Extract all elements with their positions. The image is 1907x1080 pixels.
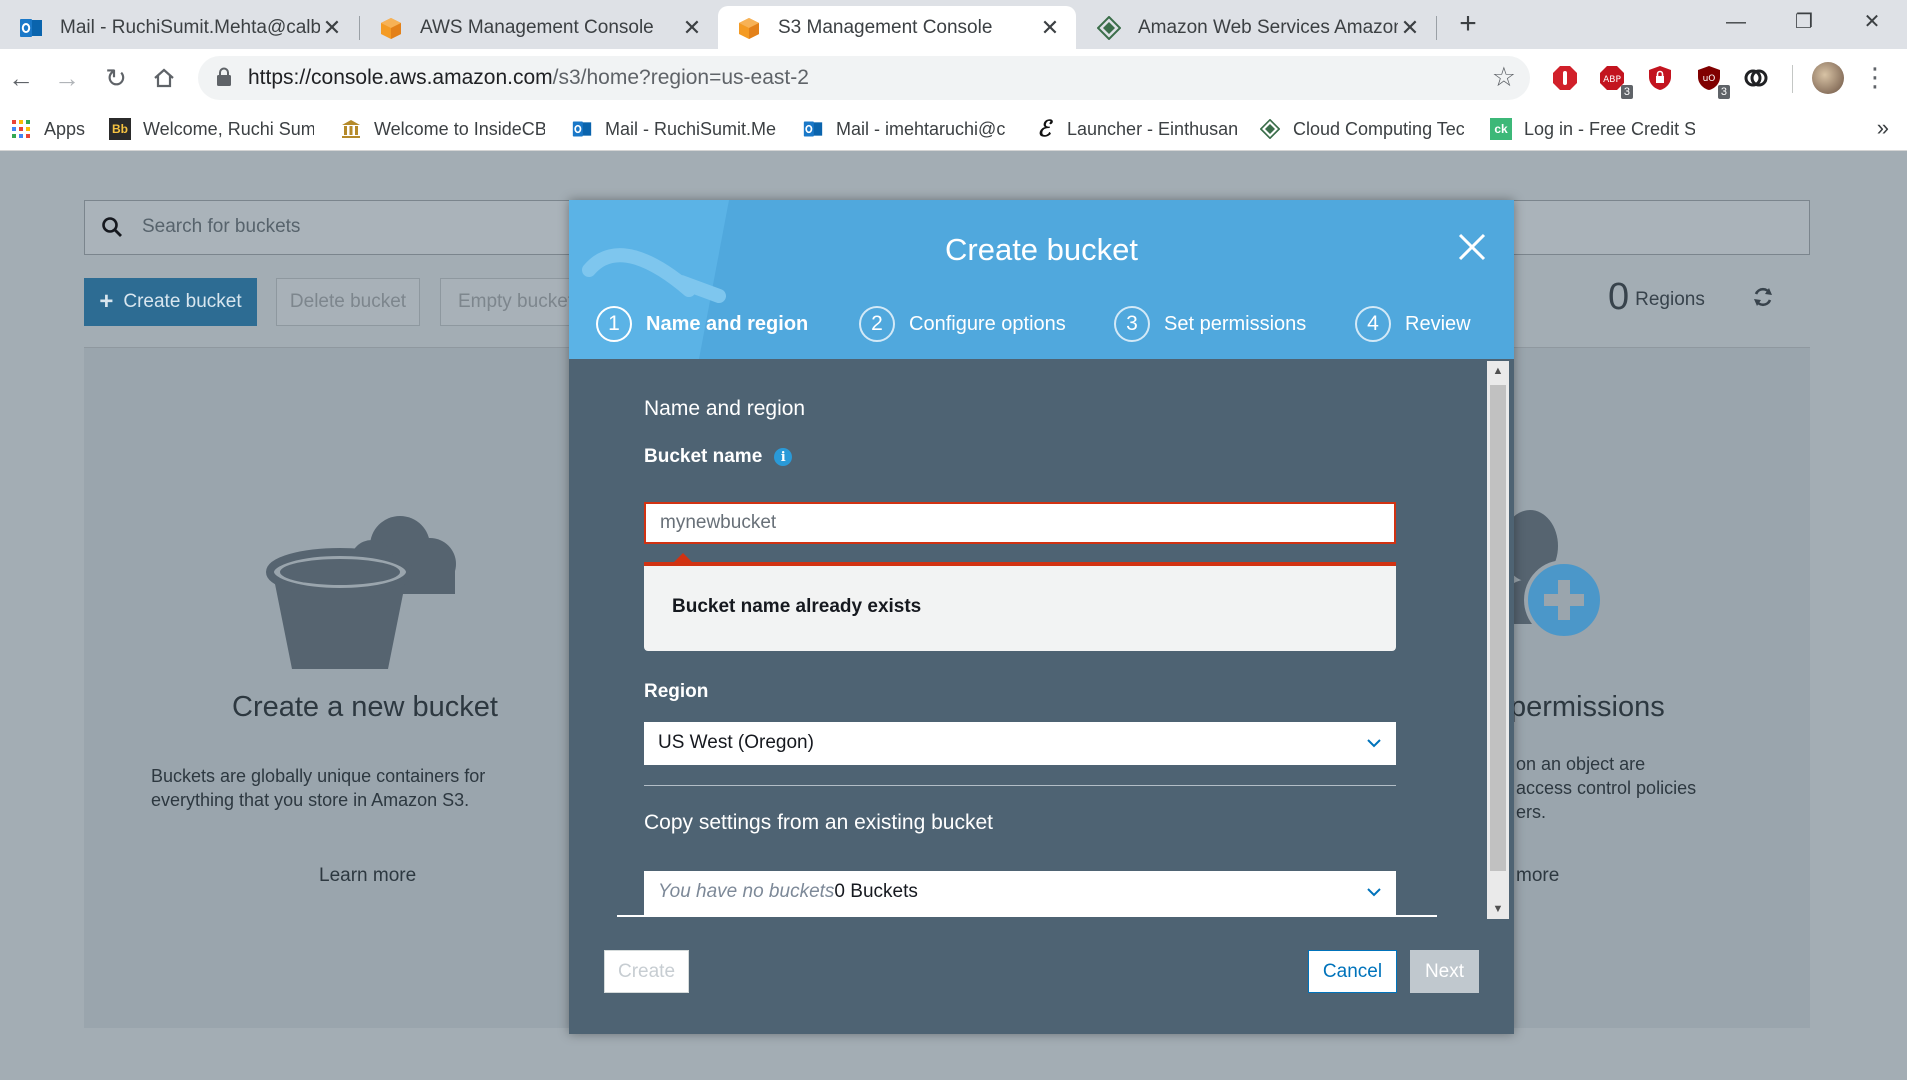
learn-more-link[interactable]: Learn more xyxy=(319,865,416,887)
create-button[interactable]: Create xyxy=(604,950,689,993)
toolbar-separator xyxy=(1792,65,1793,93)
dialog-scrollbar[interactable]: ▲ ▼ xyxy=(1487,361,1509,919)
close-tab-icon[interactable]: ✕ xyxy=(1398,15,1422,41)
step-configure-options[interactable]: 2 Configure options xyxy=(859,305,1066,343)
bookmark-cloud-computing[interactable]: Cloud Computing Tec xyxy=(1259,115,1464,143)
bookmark-mail-ruchi[interactable]: Mail - RuchiSumit.Me xyxy=(571,115,776,143)
bucket-name-error-popover: Bucket name already exists xyxy=(644,562,1396,651)
creditkarma-icon: ck xyxy=(1490,118,1512,140)
building-icon xyxy=(340,118,362,140)
scroll-up-icon[interactable]: ▲ xyxy=(1487,361,1509,381)
tab-aws-console[interactable]: AWS Management Console ✕ xyxy=(360,6,718,49)
apps-grid-icon xyxy=(10,118,32,140)
tab-separator xyxy=(1436,16,1437,40)
aws-cube-icon xyxy=(378,15,404,41)
outlook-icon xyxy=(18,15,44,41)
browser-menu-icon[interactable]: ⋮ xyxy=(1862,61,1888,93)
permissions-description: on an object are access control policies… xyxy=(1516,754,1697,822)
body-bottom-border xyxy=(617,915,1437,917)
section-title-copy-settings: Copy settings from an existing bucket xyxy=(644,811,994,834)
close-tab-icon[interactable]: ✕ xyxy=(1038,15,1062,41)
create-bucket-description: Buckets are globally unique containers f… xyxy=(151,766,486,810)
bucket-illustration-icon xyxy=(260,504,470,674)
outlook-icon xyxy=(802,118,824,140)
scroll-down-icon[interactable]: ▼ xyxy=(1487,899,1509,919)
url-bar[interactable]: https://console.aws.amazon.com/s3/home?r… xyxy=(198,56,1530,100)
bookmarks-overflow-icon[interactable]: » xyxy=(1877,115,1889,141)
bookmark-star-icon[interactable]: ☆ xyxy=(1492,62,1516,93)
close-tab-icon[interactable]: ✕ xyxy=(680,15,704,41)
minimize-icon[interactable]: — xyxy=(1716,6,1756,38)
url-text: https://console.aws.amazon.com/s3/home?r… xyxy=(248,66,809,89)
svg-text:ABP: ABP xyxy=(1603,75,1621,85)
lock-icon xyxy=(216,67,232,89)
chevron-down-icon xyxy=(1367,739,1381,748)
next-button[interactable]: Next xyxy=(1410,950,1479,993)
abp-extension-icon[interactable]: ABP 3 xyxy=(1597,63,1633,99)
home-icon[interactable] xyxy=(145,59,183,97)
reload-icon[interactable]: ↻ xyxy=(97,59,135,97)
tab-mail[interactable]: Mail - RuchiSumit.Mehta@calbap ✕ xyxy=(0,6,358,49)
restore-icon[interactable]: ❐ xyxy=(1784,6,1824,38)
permissions-heading: permissions xyxy=(1510,691,1665,723)
step-set-permissions[interactable]: 3 Set permissions xyxy=(1114,305,1306,343)
regions-counter: 0 Regions xyxy=(1608,276,1705,318)
copy-settings-select[interactable]: You have no buckets0 Buckets xyxy=(644,871,1396,917)
new-tab-button[interactable]: + xyxy=(1452,8,1484,40)
adblock-extension-icon[interactable] xyxy=(1550,63,1580,93)
close-icon[interactable] xyxy=(1457,232,1489,264)
create-bucket-dialog: Create bucket 1 Name and region 2 Config… xyxy=(569,200,1514,1034)
create-bucket-heading: Create a new bucket xyxy=(232,691,498,723)
empty-bucket-button[interactable]: Empty bucket xyxy=(440,278,590,326)
blackboard-icon: Bb xyxy=(109,118,131,140)
bookmark-blackboard[interactable]: Bb Welcome, Ruchi Sum xyxy=(109,115,314,143)
permissions-learn-more-link[interactable]: more xyxy=(1516,865,1559,887)
bookmark-einthusan[interactable]: ℰ Launcher - Einthusan xyxy=(1033,115,1238,143)
einthusan-e-icon: ℰ xyxy=(1037,116,1051,142)
delete-bucket-button[interactable]: Delete bucket xyxy=(276,278,420,326)
plus-icon: + xyxy=(99,288,114,315)
back-icon[interactable]: ← xyxy=(2,59,40,97)
outlook-icon xyxy=(571,118,593,140)
dialog-header: Create bucket 1 Name and region 2 Config… xyxy=(569,200,1514,359)
dialog-title: Create bucket xyxy=(945,232,1138,267)
aws-cube-icon xyxy=(736,15,762,41)
shield-extension-icon[interactable] xyxy=(1645,63,1675,93)
bookmark-insidecb[interactable]: Welcome to InsideCB xyxy=(340,115,545,143)
bucket-name-input[interactable] xyxy=(644,502,1396,544)
bucket-name-label: Bucket name i xyxy=(644,446,793,468)
profile-avatar[interactable] xyxy=(1812,62,1844,94)
tab-s3-console[interactable]: S3 Management Console ✕ xyxy=(718,6,1076,49)
region-label: Region xyxy=(644,681,709,702)
scrollbar-thumb[interactable] xyxy=(1490,385,1506,871)
cancel-button[interactable]: Cancel xyxy=(1308,950,1397,993)
diamond-logo-icon xyxy=(1096,15,1122,41)
create-bucket-button[interactable]: + Create bucket xyxy=(84,278,257,326)
svg-text:uO: uO xyxy=(1703,74,1716,84)
browser-tab-bar: Mail - RuchiSumit.Mehta@calbap ✕ AWS Man… xyxy=(0,0,1907,49)
close-tab-icon[interactable]: ✕ xyxy=(320,15,344,41)
bookmarks-bar: Apps Bb Welcome, Ruchi Sum Welcome to In… xyxy=(0,107,1907,151)
chevron-down-icon xyxy=(1367,888,1381,897)
dialog-body: Name and region Bucket name i Bucket nam… xyxy=(569,359,1514,921)
address-toolbar: ← → ↻ https://console.aws.amazon.com/s3/… xyxy=(0,49,1907,107)
section-divider xyxy=(644,785,1396,786)
link-extension-icon[interactable] xyxy=(1741,63,1771,93)
forward-icon[interactable]: → xyxy=(48,59,86,97)
refresh-icon[interactable] xyxy=(1752,286,1778,312)
section-title-name-region: Name and region xyxy=(644,397,806,420)
search-icon xyxy=(101,216,123,238)
close-window-icon[interactable]: ✕ xyxy=(1852,6,1892,38)
bookmark-credit-karma[interactable]: ck Log in - Free Credit S xyxy=(1490,115,1695,143)
step-name-and-region[interactable]: 1 Name and region xyxy=(596,305,808,343)
region-select[interactable]: US West (Oregon) xyxy=(644,722,1396,765)
info-icon[interactable]: i xyxy=(774,448,793,466)
bookmark-apps[interactable]: Apps xyxy=(10,115,90,143)
step-review[interactable]: 4 Review xyxy=(1355,305,1471,343)
bookmark-mail-imehta[interactable]: Mail - imehtaruchi@c xyxy=(802,115,1007,143)
diamond-logo-icon xyxy=(1259,118,1281,140)
tab-aws-amazon-s3[interactable]: Amazon Web Services Amazon S ✕ xyxy=(1078,6,1436,49)
ublock-extension-icon[interactable]: uO 3 xyxy=(1694,63,1730,99)
